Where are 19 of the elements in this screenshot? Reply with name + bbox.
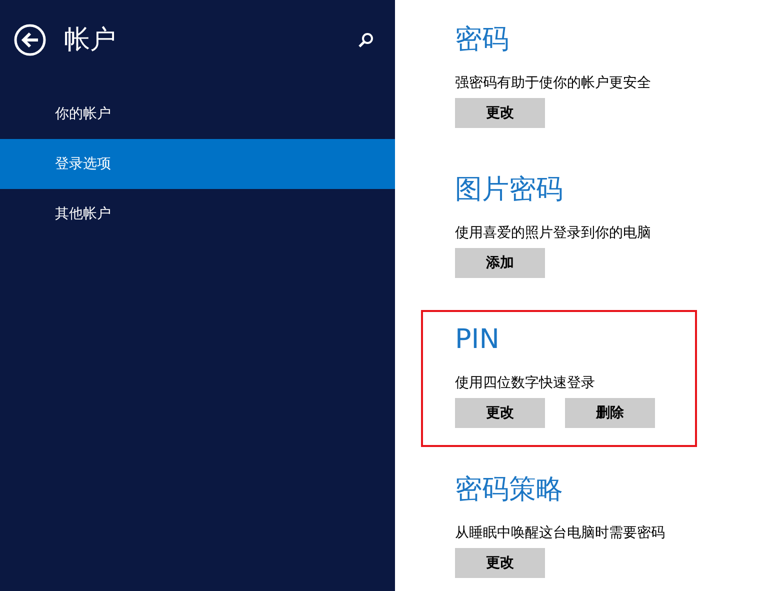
section-description: 从睡眠中唤醒这台电脑时需要密码 [455, 524, 666, 543]
action-button[interactable]: 删除 [565, 398, 655, 428]
nav-item[interactable]: 登录选项 [0, 139, 395, 189]
action-button[interactable]: 更改 [455, 98, 545, 128]
section-heading: 图片密码 [455, 173, 564, 207]
page-title: 帐户 [64, 24, 116, 56]
back-icon[interactable] [14, 24, 46, 56]
action-button[interactable]: 添加 [455, 248, 545, 278]
section-description: 使用喜爱的照片登录到你的电脑 [455, 224, 652, 243]
section-heading: 密码策略 [455, 473, 564, 507]
search-icon[interactable] [358, 32, 374, 48]
section-description: 强密码有助于使你的帐户更安全 [455, 74, 652, 93]
action-button[interactable]: 更改 [455, 398, 545, 428]
section-description: 使用四位数字快速登录 [455, 374, 596, 393]
section-heading: PIN [455, 323, 500, 357]
action-button[interactable]: 更改 [455, 548, 545, 578]
nav-item[interactable]: 你的帐户 [0, 89, 395, 139]
nav-item[interactable]: 其他帐户 [0, 189, 395, 239]
section-heading: 密码 [455, 23, 510, 57]
